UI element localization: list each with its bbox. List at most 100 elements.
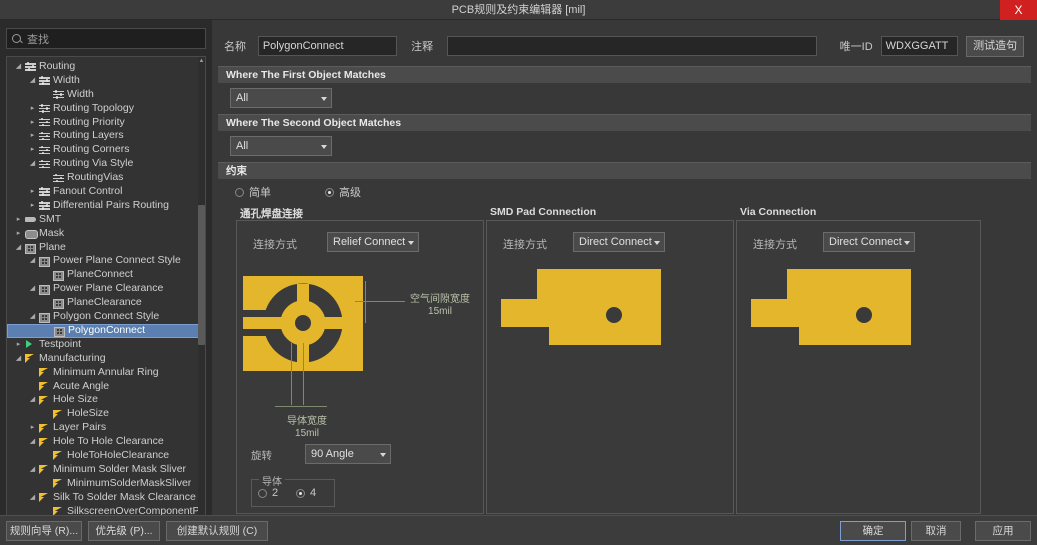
chevron-down-icon[interactable]: ◢ xyxy=(27,157,38,171)
name-field[interactable]: PolygonConnect xyxy=(257,36,398,56)
via-panel-title: Via Connection xyxy=(740,206,817,218)
through-hole-connect-select[interactable]: Relief Connect xyxy=(327,232,419,252)
tree-item-polygonconnect[interactable]: PolygonConnect xyxy=(7,323,200,338)
chevron-right-icon[interactable]: ▸ xyxy=(27,116,38,130)
tree-item-routing-corners[interactable]: ▸ Routing Corners xyxy=(7,143,200,157)
tree-item-routing-layers[interactable]: ▸ Routing Layers xyxy=(7,129,200,143)
tree-item-label: Routing Priority xyxy=(53,115,125,128)
main-content: 名称 PolygonConnect 注释 唯一ID WDXGGATT 测试造句 … xyxy=(212,20,1037,515)
first-match-scope-select[interactable]: All xyxy=(230,88,332,108)
chevron-down-icon[interactable]: ◢ xyxy=(13,241,24,255)
tree-scrollbar[interactable]: ▲ ▼ xyxy=(198,57,205,527)
chevron-down-icon[interactable]: ◢ xyxy=(13,352,24,366)
tree-item-polygon-connect-style[interactable]: ◢ Polygon Connect Style xyxy=(7,310,200,324)
cancel-button[interactable]: 取消 xyxy=(911,521,961,541)
priority-button[interactable]: 优先级 (P)... xyxy=(88,521,160,541)
smd-connect-select[interactable]: Direct Connect xyxy=(573,232,665,252)
ok-button[interactable]: 确定 xyxy=(840,521,906,541)
tree-item-routing-topology[interactable]: ▸ Routing Topology xyxy=(7,102,200,116)
tree-item-planeclearance[interactable]: PlaneClearance xyxy=(7,296,200,310)
comment-label: 注释 xyxy=(411,41,434,53)
tree-item-differential-pairs-routing[interactable]: ▸ Differential Pairs Routing xyxy=(7,199,200,213)
search-input[interactable]: 查找 xyxy=(6,28,206,49)
via-connect-select[interactable]: Direct Connect xyxy=(823,232,915,252)
conductors-2-radio[interactable]: 2 xyxy=(258,487,278,499)
scroll-up-icon[interactable]: ▲ xyxy=(198,57,205,65)
chevron-right-icon[interactable]: ▸ xyxy=(27,102,38,116)
tree-item-layer-pairs[interactable]: ▸ Layer Pairs xyxy=(7,421,200,435)
create-default-rules-button[interactable]: 创建默认规则 (C) xyxy=(166,521,268,541)
chevron-down-icon[interactable]: ◢ xyxy=(27,435,38,449)
tree-item-routingvias[interactable]: RoutingVias xyxy=(7,171,200,185)
chevron-right-icon[interactable]: ▸ xyxy=(27,129,38,143)
tree-item-hole-to-hole-clearance[interactable]: ◢ Hole To Hole Clearance xyxy=(7,435,200,449)
tree-item-routing[interactable]: ◢ Routing xyxy=(7,60,200,74)
chevron-right-icon[interactable]: ▸ xyxy=(13,227,24,241)
mode-simple-radio[interactable]: 简单 xyxy=(235,184,271,200)
tree-item-holetoholeclearance[interactable]: HoleToHoleClearance xyxy=(7,449,200,463)
test-query-button[interactable]: 测试造句 xyxy=(966,35,1024,57)
chevron-down-icon[interactable]: ◢ xyxy=(27,310,38,324)
chevron-down-icon[interactable]: ◢ xyxy=(27,393,38,407)
second-match-scope-select[interactable]: All xyxy=(230,136,332,156)
tree-item-fanout-control[interactable]: ▸ Fanout Control xyxy=(7,185,200,199)
mfg-icon xyxy=(38,437,51,448)
rule-wizard-button[interactable]: 规则向导 (R)... xyxy=(6,521,82,541)
tree-item-planeconnect[interactable]: PlaneConnect xyxy=(7,268,200,282)
conductor-width-label: 导体宽度 xyxy=(287,416,327,427)
sidebar: 查找 ◢ Routing ◢ Width Width ▸ Routing Topology ▸… xyxy=(0,20,212,528)
tree-item-minimum-annular-ring[interactable]: Minimum Annular Ring xyxy=(7,366,200,380)
tree-item-minimumsoldermasksliver[interactable]: MinimumSolderMaskSliver xyxy=(7,477,200,491)
second-match-scope-value: All xyxy=(236,140,249,152)
through-hole-panel-title: 通孔焊盘连接 xyxy=(240,208,303,220)
chevron-down-icon[interactable]: ◢ xyxy=(27,254,38,268)
chevron-right-icon[interactable]: ▸ xyxy=(27,421,38,435)
chevron-right-icon[interactable]: ▸ xyxy=(13,213,24,227)
tree-item-label: Plane xyxy=(39,240,66,253)
mfg-icon xyxy=(52,478,65,489)
conductors-4-radio[interactable]: 4 xyxy=(296,487,316,499)
chevron-down-icon[interactable]: ◢ xyxy=(13,60,24,74)
unique-id-field[interactable]: WDXGGATT xyxy=(880,36,959,56)
tree-item-width[interactable]: Width xyxy=(7,88,200,102)
mode-advanced-radio[interactable]: 高级 xyxy=(325,184,361,200)
tree-item-plane[interactable]: ◢ Plane xyxy=(7,241,200,255)
title-bar: PCB规则及约束编辑器 [mil] X xyxy=(0,0,1037,20)
conductor-dim-tick xyxy=(275,406,327,407)
tree-item-width[interactable]: ◢ Width xyxy=(7,74,200,88)
chevron-right-icon[interactable]: ▸ xyxy=(27,199,38,213)
tree-item-routing-via-style[interactable]: ◢ Routing Via Style xyxy=(7,157,200,171)
tree-item-power-plane-clearance[interactable]: ◢ Power Plane Clearance xyxy=(7,282,200,296)
chevron-down-icon xyxy=(321,145,327,149)
tree-item-routing-priority[interactable]: ▸ Routing Priority xyxy=(7,116,200,130)
plane-icon xyxy=(38,311,51,323)
air-gap-value: 15mil xyxy=(428,306,452,317)
tree-item-label: Silk To Solder Mask Clearance xyxy=(53,490,196,503)
tree-item-power-plane-connect-style[interactable]: ◢ Power Plane Connect Style xyxy=(7,254,200,268)
tree-item-minimum-solder-mask-sliver[interactable]: ◢ Minimum Solder Mask Sliver xyxy=(7,463,200,477)
chevron-right-icon[interactable]: ▸ xyxy=(27,143,38,157)
name-label: 名称 xyxy=(224,41,246,53)
apply-button[interactable]: 应用 xyxy=(975,521,1031,541)
chevron-down-icon[interactable]: ◢ xyxy=(27,491,38,505)
chevron-down-icon[interactable]: ◢ xyxy=(27,74,38,88)
chevron-right-icon[interactable]: ▸ xyxy=(13,338,24,352)
chevron-down-icon[interactable]: ◢ xyxy=(27,282,38,296)
comment-field[interactable] xyxy=(446,36,817,56)
chevron-right-icon[interactable]: ▸ xyxy=(27,185,38,199)
tree-item-manufacturing[interactable]: ◢ Manufacturing xyxy=(7,352,200,366)
tree-item-testpoint[interactable]: ▸ Testpoint xyxy=(7,338,200,352)
close-icon[interactable]: X xyxy=(1000,0,1037,20)
angle-select[interactable]: 90 Angle xyxy=(305,444,391,464)
tree-item-mask[interactable]: ▸ Mask xyxy=(7,227,200,241)
tree-item-smt[interactable]: ▸ SMT xyxy=(7,213,200,227)
tree-item-silk-to-solder-mask-clearance[interactable]: ◢ Silk To Solder Mask Clearance xyxy=(7,491,200,505)
tree-item-hole-size[interactable]: ◢ Hole Size xyxy=(7,393,200,407)
tree-item-acute-angle[interactable]: Acute Angle xyxy=(7,380,200,394)
chevron-down-icon[interactable]: ◢ xyxy=(27,463,38,477)
rules-tree[interactable]: ◢ Routing ◢ Width Width ▸ Routing Topology ▸ Rou… xyxy=(6,56,206,528)
footer-bar: 规则向导 (R)... 优先级 (P)... 创建默认规则 (C) 确定 取消 … xyxy=(0,515,1037,545)
mfg-icon xyxy=(38,464,51,475)
tree-item-holesize[interactable]: HoleSize xyxy=(7,407,200,421)
tree-scrollbar-thumb[interactable] xyxy=(198,205,205,345)
